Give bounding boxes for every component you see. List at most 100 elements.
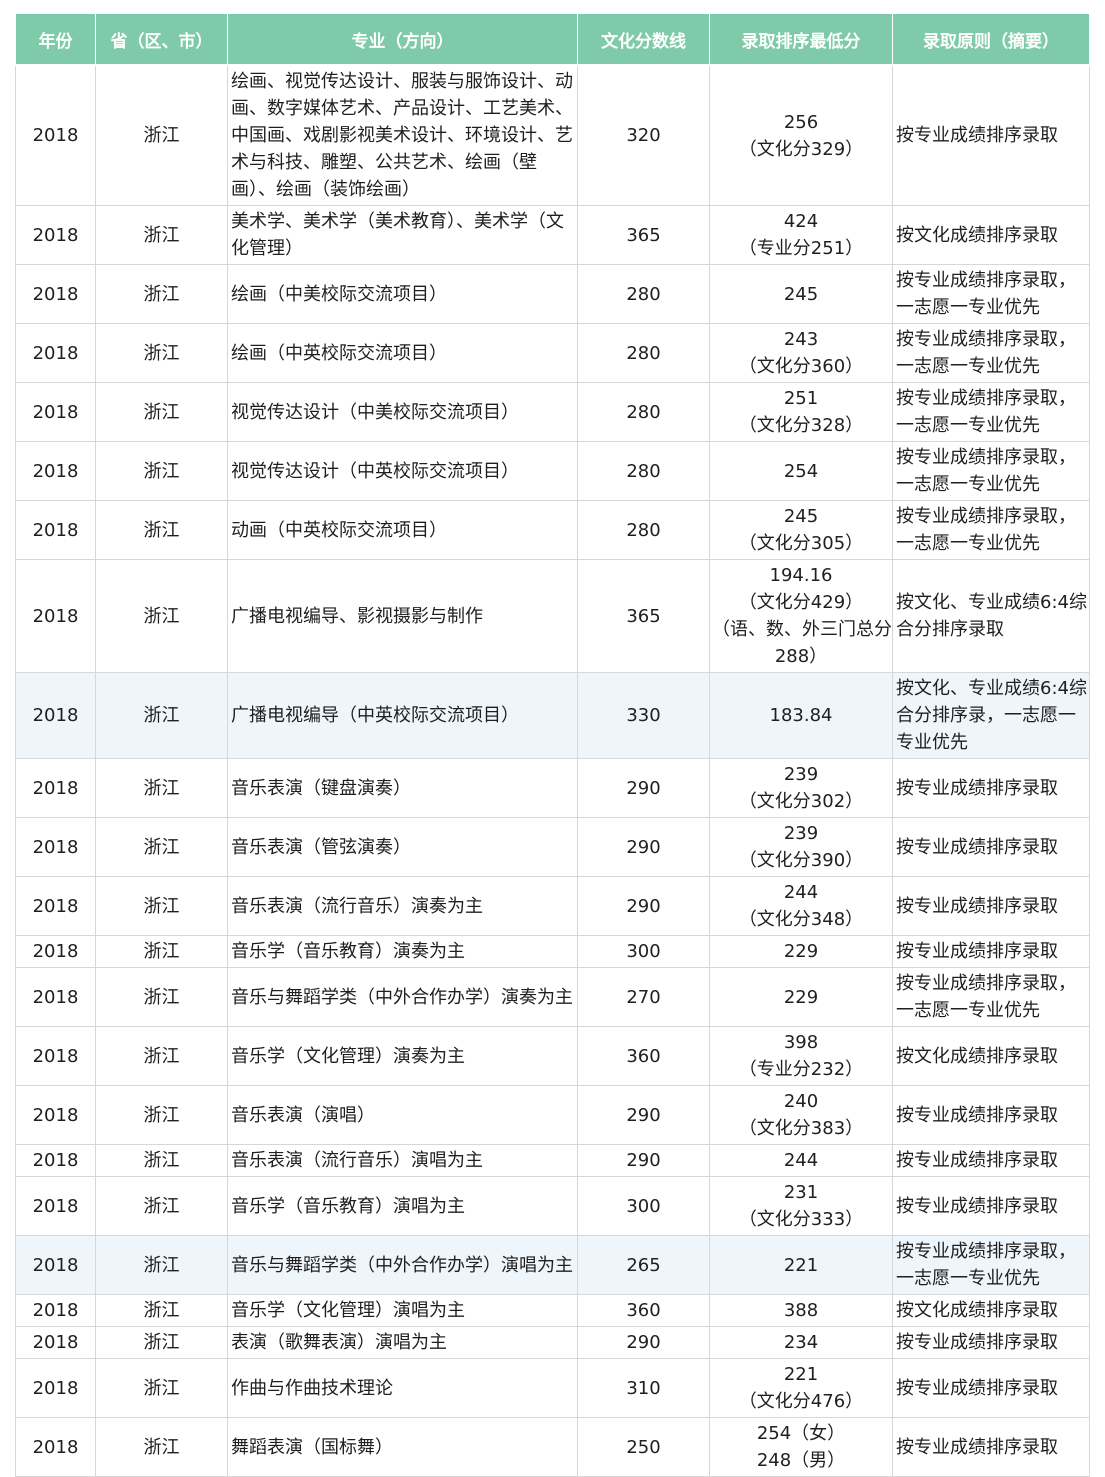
cell-culture-score: 365 — [577, 205, 710, 265]
cell-year: 2018 — [15, 264, 96, 324]
cell-year: 2018 — [15, 1144, 96, 1177]
cell-culture-score: 300 — [577, 935, 710, 968]
cell-major: 音乐表演（管弦演奏） — [227, 817, 578, 877]
cell-major: 视觉传达设计（中美校际交流项目） — [227, 382, 578, 442]
cell-province: 浙江 — [95, 1026, 228, 1086]
cell-major: 音乐学（文化管理）演奏为主 — [227, 1026, 578, 1086]
cell-province: 浙江 — [95, 967, 228, 1027]
cell-admission-rule: 按专业成绩排序录取，一志愿一专业优先 — [892, 323, 1090, 383]
header-culture-score: 文化分数线 — [577, 13, 710, 66]
cell-year: 2018 — [15, 1176, 96, 1236]
table-row: 2018 浙江 音乐表演（流行音乐）演奏为主 290 244 （文化分348） 按专业成绩排… — [15, 876, 1090, 936]
rank-line: 248（男） — [756, 1450, 846, 1471]
cell-admission-rule: 按专业成绩排序录取，一志愿一专业优先 — [892, 1235, 1090, 1295]
cell-min-rank-score: 243 （文化分360） — [709, 323, 893, 383]
cell-min-rank-score: 183.84 — [709, 672, 893, 759]
cell-province: 浙江 — [95, 64, 228, 206]
table-row: 2018 浙江 绘画（中美校际交流项目） 280 245 按专业成绩排序录取，一志愿一专业… — [15, 264, 1090, 324]
cell-admission-rule: 按专业成绩排序录取 — [892, 1358, 1090, 1418]
table-row: 2018 浙江 绘画、视觉传达设计、服装与服饰设计、动画、数字媒体艺术、产品设计、工… — [15, 64, 1090, 206]
cell-major: 表演（歌舞表演）演唱为主 — [227, 1326, 578, 1359]
rank-line: 243 — [783, 329, 819, 350]
rank-line: （文化分333） — [738, 1209, 864, 1230]
rank-line: 229 — [783, 941, 819, 962]
cell-min-rank-score: 221 — [709, 1235, 893, 1295]
header-row: 年份 省（区、市） 专业（方向） 文化分数线 录取排序最低分 录取原则（摘要） — [15, 13, 1090, 66]
table-row: 2018 浙江 音乐表演（演唱） 290 240 （文化分383） 按专业成绩排序录取 — [15, 1085, 1090, 1145]
cell-culture-score: 290 — [577, 1144, 710, 1177]
cell-year: 2018 — [15, 1026, 96, 1086]
cell-min-rank-score: 239 （文化分302） — [709, 758, 893, 818]
cell-min-rank-score: 398 （专业分232） — [709, 1026, 893, 1086]
cell-admission-rule: 按专业成绩排序录取，一志愿一专业优先 — [892, 441, 1090, 501]
cell-admission-rule: 按专业成绩排序录取，一志愿一专业优先 — [892, 382, 1090, 442]
table-row: 2018 浙江 舞蹈表演（国标舞） 250 254（女） 248（男） 按专业成绩排序录取 — [15, 1417, 1090, 1477]
rank-line: （语、数、外三门总分 — [712, 619, 892, 640]
cell-culture-score: 280 — [577, 441, 710, 501]
cell-min-rank-score: 245 （文化分305） — [709, 500, 893, 560]
cell-culture-score: 280 — [577, 264, 710, 324]
rank-line: （文化分348） — [738, 909, 864, 930]
cell-year: 2018 — [15, 758, 96, 818]
cell-province: 浙江 — [95, 205, 228, 265]
cell-major: 音乐表演（流行音乐）演唱为主 — [227, 1144, 578, 1177]
cell-min-rank-score: 240 （文化分383） — [709, 1085, 893, 1145]
table-header: 年份 省（区、市） 专业（方向） 文化分数线 录取排序最低分 录取原则（摘要） — [15, 13, 1090, 66]
cell-culture-score: 300 — [577, 1176, 710, 1236]
header-admission-rule: 录取原则（摘要） — [892, 13, 1090, 66]
cell-admission-rule: 按专业成绩排序录取，一志愿一专业优先 — [892, 967, 1090, 1027]
cell-admission-rule: 按专业成绩排序录取 — [892, 64, 1090, 206]
cell-culture-score: 290 — [577, 876, 710, 936]
cell-admission-rule: 按专业成绩排序录取 — [892, 876, 1090, 936]
rank-line: 388 — [783, 1300, 819, 1321]
cell-admission-rule: 按文化、专业成绩6:4综合分排序录取 — [892, 559, 1090, 673]
cell-major: 音乐表演（键盘演奏） — [227, 758, 578, 818]
cell-min-rank-score: 244 （文化分348） — [709, 876, 893, 936]
rank-line: 229 — [783, 986, 819, 1008]
rank-line: 254 — [783, 460, 819, 482]
cell-admission-rule: 按专业成绩排序录取，一志愿一专业优先 — [892, 264, 1090, 324]
cell-admission-rule: 按文化成绩排序录取 — [892, 1294, 1090, 1327]
cell-major: 动画（中英校际交流项目） — [227, 500, 578, 560]
table-row: 2018 浙江 音乐表演（键盘演奏） 290 239 （文化分302） 按专业成绩排序录取 — [15, 758, 1090, 818]
cell-year: 2018 — [15, 323, 96, 383]
cell-admission-rule: 按专业成绩排序录取 — [892, 758, 1090, 818]
cell-min-rank-score: 194.16 （文化分429） （语、数、外三门总分 288） — [709, 559, 893, 673]
cell-admission-rule: 按文化成绩排序录取 — [892, 1026, 1090, 1086]
rank-line: 239 — [783, 764, 819, 785]
cell-culture-score: 270 — [577, 967, 710, 1027]
cell-culture-score: 360 — [577, 1294, 710, 1327]
cell-year: 2018 — [15, 967, 96, 1027]
cell-admission-rule: 按专业成绩排序录取 — [892, 935, 1090, 968]
table-row: 2018 浙江 音乐学（文化管理）演唱为主 360 388 按文化成绩排序录取 — [15, 1294, 1090, 1327]
table-row: 2018 浙江 音乐与舞蹈学类（中外合作办学）演唱为主 265 221 按专业成绩排序录取… — [15, 1235, 1090, 1295]
cell-culture-score: 310 — [577, 1358, 710, 1418]
cell-major: 音乐与舞蹈学类（中外合作办学）演唱为主 — [227, 1235, 578, 1295]
cell-year: 2018 — [15, 935, 96, 968]
cell-year: 2018 — [15, 1085, 96, 1145]
rank-line: （文化分329） — [738, 138, 864, 160]
cell-province: 浙江 — [95, 1417, 228, 1477]
rank-line: （文化分302） — [738, 791, 864, 812]
cell-province: 浙江 — [95, 559, 228, 673]
cell-major: 音乐学（音乐教育）演奏为主 — [227, 935, 578, 968]
cell-major: 广播电视编导（中英校际交流项目） — [227, 672, 578, 759]
cell-year: 2018 — [15, 1417, 96, 1477]
rank-line: 221 — [783, 1364, 819, 1385]
rank-line: 231 — [783, 1182, 819, 1203]
cell-year: 2018 — [15, 672, 96, 759]
cell-year: 2018 — [15, 559, 96, 673]
cell-province: 浙江 — [95, 1358, 228, 1418]
cell-admission-rule: 按文化成绩排序录取 — [892, 205, 1090, 265]
cell-province: 浙江 — [95, 1176, 228, 1236]
cell-major: 音乐表演（流行音乐）演奏为主 — [227, 876, 578, 936]
cell-year: 2018 — [15, 205, 96, 265]
table-row: 2018 浙江 作曲与作曲技术理论 310 221 （文化分476） 按专业成绩排序录取 — [15, 1358, 1090, 1418]
rank-line: （专业分251） — [738, 238, 864, 259]
cell-major: 音乐表演（演唱） — [227, 1085, 578, 1145]
cell-min-rank-score: 229 — [709, 967, 893, 1027]
cell-min-rank-score: 221 （文化分476） — [709, 1358, 893, 1418]
cell-culture-score: 280 — [577, 382, 710, 442]
header-major: 专业（方向） — [227, 13, 578, 66]
rank-line: 194.16 — [769, 565, 833, 586]
